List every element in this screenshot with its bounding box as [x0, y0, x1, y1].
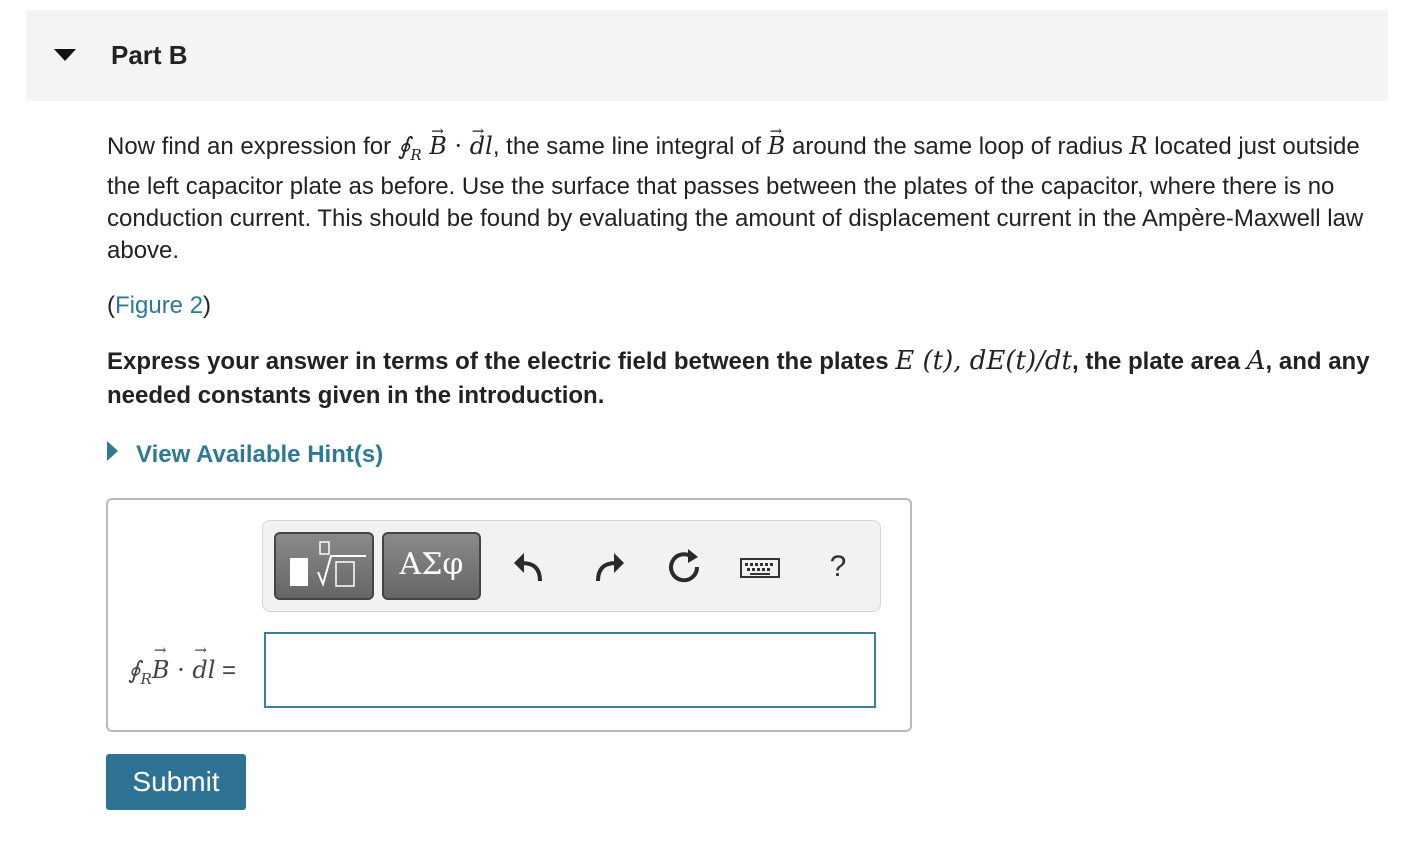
templates-button[interactable] [274, 532, 374, 600]
question-text: Now find an expression for ∮R B · dl, th… [107, 115, 1397, 267]
undo-icon[interactable] [510, 545, 550, 589]
greek-symbols-button[interactable]: ΑΣφ [382, 532, 481, 600]
reset-icon[interactable] [664, 545, 704, 589]
redo-icon[interactable] [588, 545, 628, 589]
collapse-caret-icon[interactable] [54, 49, 76, 61]
figure-reference: (Figure 2) [107, 292, 212, 319]
b-field-symbol: B [768, 115, 786, 162]
templates-icon [290, 541, 366, 588]
figure-link[interactable]: Figure 2 [115, 292, 203, 319]
keyboard-icon[interactable] [740, 545, 780, 589]
radius-symbol: R [1129, 132, 1148, 160]
answer-label: ∮RB · dl = [128, 641, 236, 688]
expand-caret-icon [107, 441, 118, 461]
part-header[interactable] [26, 10, 1388, 101]
help-button[interactable]: ? [818, 545, 858, 589]
view-hints-toggle[interactable]: View Available Hint(s) [107, 441, 383, 469]
submit-button[interactable]: Submit [106, 754, 246, 810]
answer-input[interactable] [264, 632, 876, 708]
answer-instruction: Express your answer in terms of the elec… [107, 346, 1370, 409]
integral-expression: ∮R B · dl [398, 115, 493, 164]
part-title: Part B [111, 40, 188, 70]
